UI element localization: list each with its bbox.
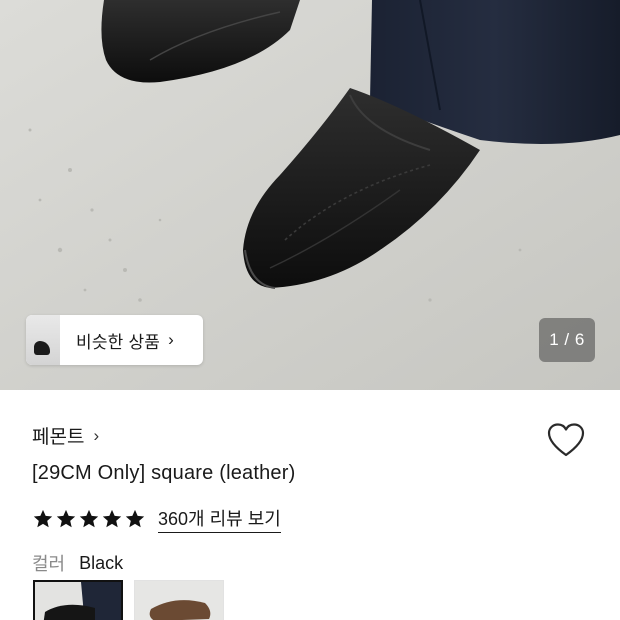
star-filled-icon (125, 509, 145, 528)
star-filled-icon (102, 509, 122, 528)
color-swatch-black[interactable] (33, 580, 123, 620)
star-filled-icon (33, 509, 53, 528)
chevron-right-icon: › (168, 330, 174, 349)
product-image[interactable]: 비슷한 상품 › 1 / 6 (0, 0, 620, 390)
product-title: [29CM Only] square (leather) (32, 462, 296, 484)
color-option-row: 컬러 Black (32, 550, 123, 576)
review-link[interactable]: 360개 리뷰 보기 (158, 505, 281, 533)
brand-link[interactable]: 페몬트 › (32, 422, 99, 449)
star-filled-icon (79, 509, 99, 528)
star-filled-icon (56, 509, 76, 528)
chevron-right-icon: › (93, 425, 100, 445)
swatch-brown-image (135, 581, 223, 620)
similar-products-button[interactable]: 비슷한 상품 › (26, 315, 203, 365)
wishlist-button[interactable] (546, 421, 586, 461)
similar-products-label: 비슷한 상품 (76, 332, 161, 352)
color-swatch-brown[interactable] (134, 580, 224, 620)
color-label: 컬러 (32, 554, 66, 574)
heart-outline-icon (547, 423, 585, 457)
rating-stars (32, 508, 146, 530)
image-page-counter: 1 / 6 (539, 318, 595, 362)
selected-color-value: Black (79, 552, 124, 573)
brand-name: 페몬트 (32, 427, 85, 448)
swatch-black-image (35, 582, 121, 620)
rating-row: 360개 리뷰 보기 (32, 505, 281, 533)
similar-product-thumbnail (26, 315, 60, 365)
